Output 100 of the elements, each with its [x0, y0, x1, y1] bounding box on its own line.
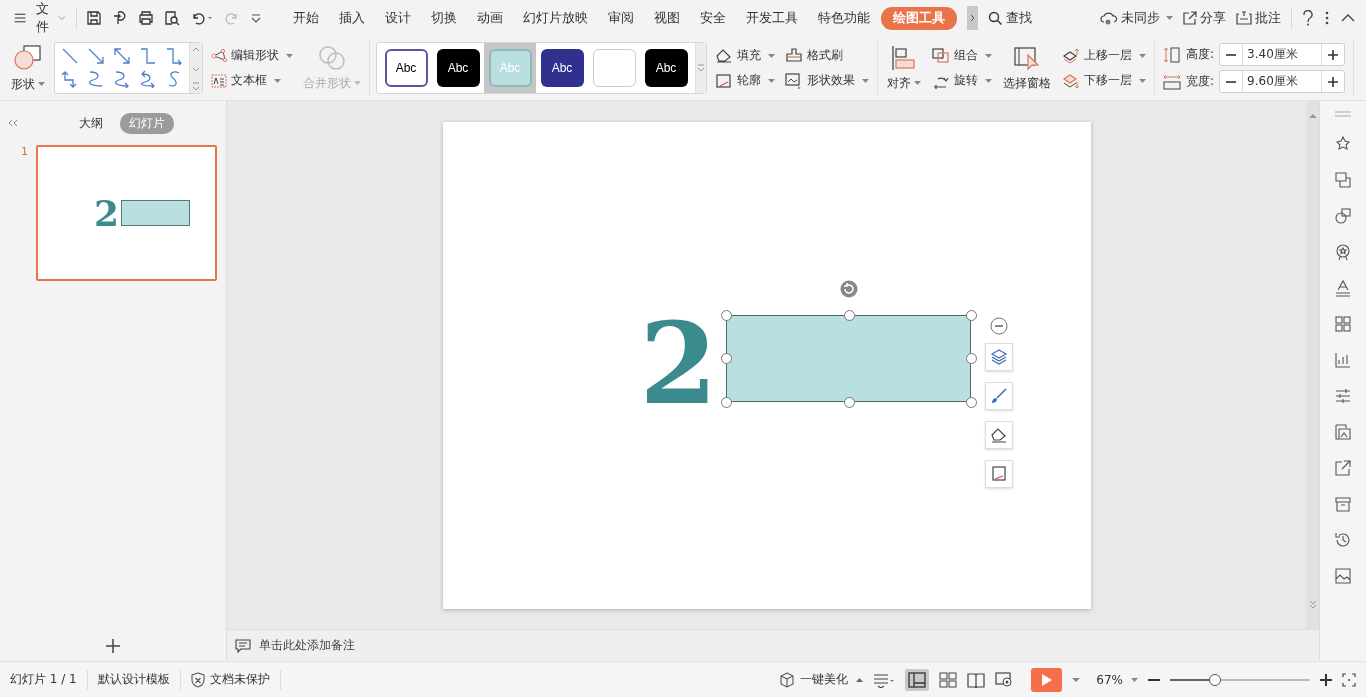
reading-view-icon[interactable]: [967, 671, 986, 688]
badge-icon[interactable]: [1334, 243, 1352, 261]
format-painter-button[interactable]: 格式刷: [785, 47, 869, 64]
ribbon-tab[interactable]: 设计: [376, 6, 421, 30]
ribbon-tab[interactable]: 动画: [468, 6, 513, 30]
align-button[interactable]: 对齐: [884, 44, 924, 92]
layers-button[interactable]: [984, 342, 1013, 371]
history-icon[interactable]: [1334, 531, 1352, 549]
caret-icon[interactable]: [1072, 676, 1081, 683]
brush-button[interactable]: [984, 381, 1013, 410]
zoom-slider[interactable]: [1170, 672, 1310, 687]
image-icon[interactable]: [1334, 423, 1352, 441]
resize-handle[interactable]: [965, 352, 977, 364]
selected-rectangle[interactable]: [725, 314, 971, 402]
ribbon-tab[interactable]: 开发工具: [737, 6, 808, 30]
normal-view-button[interactable]: [905, 668, 930, 691]
fit-window-icon[interactable]: [1342, 672, 1356, 687]
collapse-toolbar-icon[interactable]: [989, 316, 1008, 335]
notes-toggle-icon[interactable]: [873, 671, 896, 688]
shape-effects-button[interactable]: 形状效果: [785, 72, 869, 89]
notes-placeholder[interactable]: 单击此处添加备注: [259, 637, 355, 654]
ribbon-tab[interactable]: 切换: [422, 6, 467, 30]
line-icon[interactable]: [61, 47, 79, 65]
elbow-double-arrow-icon[interactable]: [61, 70, 79, 88]
shape-style-preset[interactable]: Abc: [436, 49, 480, 87]
curved-arrow-icon[interactable]: [113, 70, 131, 88]
curved-connector-icon[interactable]: [87, 70, 105, 88]
chart-icon[interactable]: [1334, 351, 1352, 369]
resize-handle[interactable]: [720, 396, 732, 408]
ribbon-tab[interactable]: 审阅: [599, 6, 644, 30]
ribbon-tab[interactable]: 插入: [330, 6, 375, 30]
zoom-slider-thumb[interactable]: [1208, 673, 1221, 686]
send-backward-button[interactable]: 下移一层: [1062, 72, 1146, 89]
outline-button[interactable]: 轮廓: [715, 72, 775, 89]
shape-style-preset[interactable]: Abc: [384, 49, 428, 87]
elbow-connector-icon[interactable]: [139, 47, 157, 65]
fill-button[interactable]: [984, 420, 1013, 449]
sidebar-handle-icon[interactable]: [1335, 111, 1351, 117]
file-menu-button[interactable]: 文件: [14, 0, 66, 36]
ribbon-tab[interactable]: 开始: [284, 6, 329, 30]
add-slide-icon[interactable]: [105, 638, 121, 654]
copy-icon[interactable]: [1334, 171, 1352, 189]
rotate-button[interactable]: 旋转: [932, 72, 992, 89]
shapes-button[interactable]: 形状: [8, 43, 48, 93]
slide-thumbnail[interactable]: 2: [36, 145, 217, 281]
page-down-icon[interactable]: [1308, 599, 1317, 609]
slide-sorter-icon[interactable]: [939, 671, 958, 688]
help-icon[interactable]: [1302, 10, 1314, 26]
curved-double-arrow-icon[interactable]: [139, 70, 157, 88]
group-button[interactable]: 组合: [932, 47, 992, 64]
play-slideshow-button[interactable]: [1031, 667, 1063, 692]
rotate-handle-icon[interactable]: [839, 279, 858, 298]
ribbon-tab[interactable]: 特色功能: [809, 6, 880, 30]
resize-handle[interactable]: [720, 309, 732, 321]
resize-handle[interactable]: [843, 309, 855, 321]
zoom-level-button[interactable]: 67%: [1096, 672, 1138, 687]
resize-handle[interactable]: [843, 396, 855, 408]
undo-icon[interactable]: [190, 10, 215, 26]
zoom-out-icon[interactable]: [1148, 677, 1160, 682]
scroll-up-icon[interactable]: [1308, 113, 1317, 119]
export-icon[interactable]: [1334, 459, 1352, 477]
resize-handle[interactable]: [965, 396, 977, 408]
resize-handle[interactable]: [720, 352, 732, 364]
photo-icon[interactable]: [1334, 567, 1352, 585]
selection-pane-button[interactable]: 选择窗格: [1000, 44, 1054, 92]
shape-style-preset[interactable]: Abc: [644, 49, 688, 87]
ribbon-tab[interactable]: 视图: [645, 6, 690, 30]
ribbon-tab[interactable]: 安全: [691, 6, 736, 30]
gallery-more-icon[interactable]: [697, 63, 705, 73]
arrow-icon[interactable]: [87, 47, 105, 65]
print-icon[interactable]: [138, 10, 155, 26]
resize-handle[interactable]: [965, 309, 977, 321]
sync-button[interactable]: 未同步: [1100, 9, 1174, 27]
zoom-in-icon[interactable]: [1320, 673, 1332, 686]
panel-tab[interactable]: 大纲: [70, 112, 112, 134]
double-arrow-icon[interactable]: [113, 47, 131, 65]
more-options-icon[interactable]: [1324, 10, 1330, 26]
shape-style-preset[interactable]: Abc: [540, 49, 584, 87]
ribbon-tab[interactable]: 幻灯片放映: [514, 6, 598, 30]
shapes-icon[interactable]: [1334, 207, 1352, 225]
text-box-button[interactable]: 文本框: [211, 72, 293, 89]
grid-icon[interactable]: [1334, 315, 1352, 333]
comment-button[interactable]: 批注: [1236, 9, 1282, 27]
outline-button[interactable]: [984, 459, 1013, 488]
print-preview-icon[interactable]: [164, 10, 181, 26]
design-template-label[interactable]: 默认设计模板: [97, 671, 170, 688]
text-icon[interactable]: [1334, 279, 1352, 297]
presenter-view-icon[interactable]: [995, 671, 1014, 688]
more-tabs-button[interactable]: [967, 6, 978, 30]
edit-shape-button[interactable]: 编辑形状: [211, 47, 293, 64]
sliders-icon[interactable]: [1334, 387, 1352, 405]
fill-button[interactable]: 填充: [715, 47, 775, 64]
collapse-panel-icon[interactable]: [8, 119, 18, 127]
star-icon[interactable]: [1334, 135, 1352, 153]
share-button[interactable]: 分享: [1183, 9, 1227, 27]
search-button[interactable]: 查找: [987, 9, 1032, 27]
beautify-button[interactable]: 一键美化: [779, 671, 864, 688]
document-protection-button[interactable]: 文档未保护: [190, 671, 270, 688]
bring-forward-button[interactable]: 上移一层: [1062, 47, 1146, 64]
collapse-ribbon-icon[interactable]: [1340, 13, 1356, 23]
